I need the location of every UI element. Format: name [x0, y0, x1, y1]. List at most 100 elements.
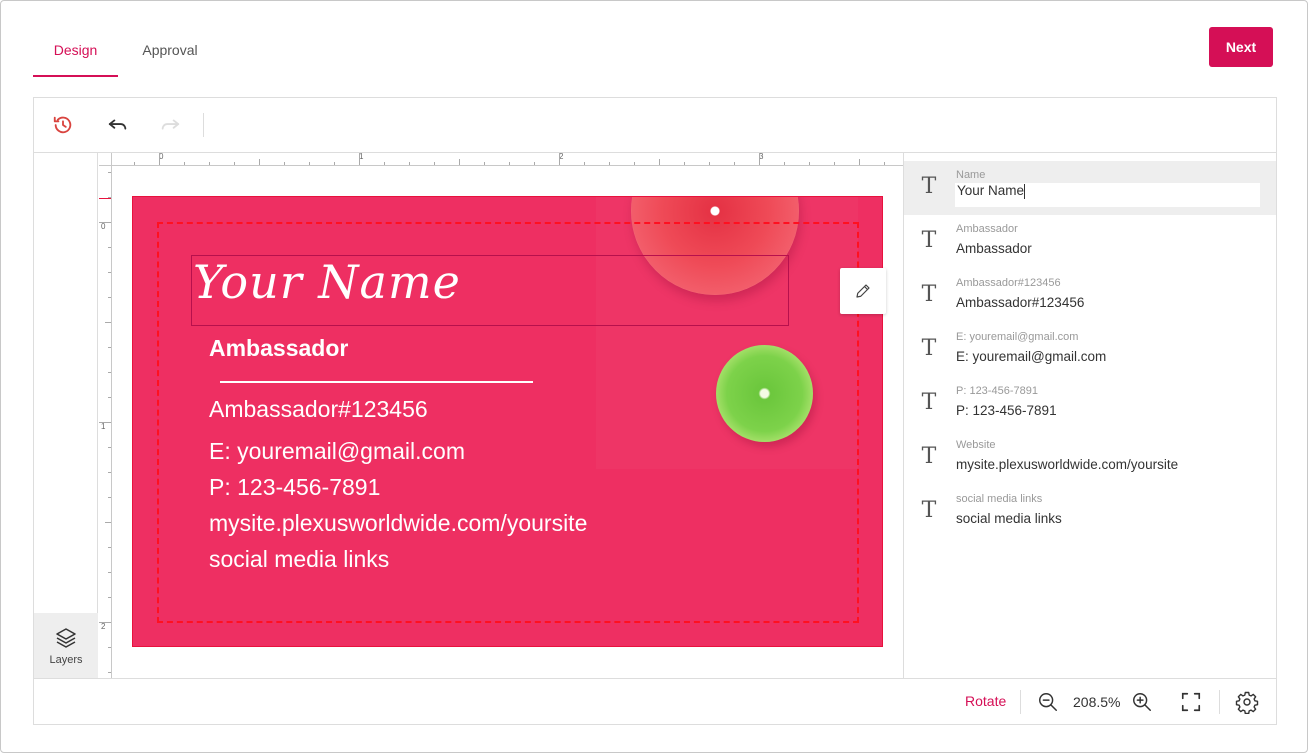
ruler-tick [234, 162, 235, 165]
ruler-tick [108, 347, 111, 348]
field-label: social media links [956, 493, 1043, 505]
card-social-text[interactable]: social media links [209, 546, 389, 573]
card-website-text[interactable]: mysite.plexusworldwide.com/yoursite [209, 510, 587, 537]
ruler-horizontal: 0 1 2 3 [112, 153, 904, 166]
business-card[interactable]: Your Name Ambassador Ambassador#123456 E… [132, 196, 883, 647]
field-label: P: 123-456-7891 [956, 385, 1038, 397]
selected-text-box[interactable] [191, 255, 789, 326]
editor-panel: Layers 0 1 2 3 0 1 2 Your Name Ambassado… [33, 97, 1277, 725]
ruler-label: 0 [101, 222, 106, 231]
name-input-value: Your Name [957, 183, 1025, 198]
ruler-tick [108, 672, 111, 673]
card-id-text[interactable]: Ambassador#123456 [209, 396, 428, 423]
rotate-button[interactable]: Rotate [965, 693, 1006, 709]
ruler-tick [99, 222, 111, 223]
field-ambassador[interactable]: T Ambassador Ambassador [904, 215, 1276, 269]
zoom-in-button[interactable] [1130, 690, 1154, 714]
ruler-tick [559, 153, 560, 165]
tab-approval[interactable]: Approval [129, 41, 211, 77]
ruler-corner [99, 153, 112, 166]
ruler-tick [108, 272, 111, 273]
field-email[interactable]: T E: youremail@gmail.com E: youremail@gm… [904, 323, 1276, 377]
bottom-divider [1219, 690, 1220, 714]
ruler-tick [108, 372, 111, 373]
design-canvas[interactable]: Your Name Ambassador Ambassador#123456 E… [113, 167, 903, 678]
zoom-level: 208.5% [1073, 694, 1121, 710]
left-strip: Layers [34, 153, 98, 678]
field-social[interactable]: T social media links social media links [904, 485, 1276, 539]
layers-icon [56, 627, 76, 648]
ruler-tick [759, 153, 760, 165]
tab-design[interactable]: Design [33, 41, 118, 77]
field-label: Ambassador [956, 223, 1018, 235]
ruler-tick [534, 162, 535, 165]
ruler-tick [484, 162, 485, 165]
history-button[interactable] [50, 112, 76, 138]
settings-button[interactable] [1235, 690, 1259, 714]
ruler-tick [809, 162, 810, 165]
ruler-label: 2 [101, 622, 106, 631]
field-value[interactable]: E: youremail@gmail.com [956, 349, 1106, 364]
text-icon: T [921, 282, 937, 307]
undo-icon [108, 119, 127, 130]
zoom-out-button[interactable] [1036, 690, 1060, 714]
text-icon: T [921, 336, 937, 361]
card-email-text[interactable]: E: youremail@gmail.com [209, 438, 465, 465]
next-button[interactable]: Next [1209, 27, 1273, 67]
ruler-tick [684, 162, 685, 165]
edit-image-button[interactable] [840, 268, 886, 314]
field-value[interactable]: P: 123-456-7891 [956, 403, 1057, 418]
ruler-tick [105, 522, 111, 523]
card-divider-line[interactable] [220, 381, 533, 383]
ruler-tick [659, 159, 660, 165]
field-value[interactable]: social media links [956, 511, 1062, 526]
text-icon: T [921, 498, 937, 523]
redo-button[interactable] [157, 112, 183, 138]
layers-label: Layers [49, 653, 83, 666]
ruler-tick [184, 162, 185, 165]
text-icon: T [921, 444, 937, 469]
ruler-tick [709, 162, 710, 165]
ruler-tick [108, 647, 111, 648]
card-phone-text[interactable]: P: 123-456-7891 [209, 474, 380, 501]
layers-button[interactable]: Layers [34, 613, 98, 678]
ruler-tick [434, 162, 435, 165]
ruler-tick [108, 597, 111, 598]
redo-icon [161, 119, 180, 130]
history-icon [53, 116, 72, 134]
ruler-tick [108, 547, 111, 548]
zoom-out-icon [1039, 693, 1057, 711]
ruler-tick [859, 159, 860, 165]
undo-button[interactable] [105, 112, 131, 138]
field-phone[interactable]: T P: 123-456-7891 P: 123-456-7891 [904, 377, 1276, 431]
app-frame: Design Approval Next Layers 0 1 2 3 0 1 … [0, 0, 1308, 753]
name-input[interactable]: Your Name [955, 183, 1260, 207]
toolbar-divider [203, 113, 204, 137]
text-caret [1024, 183, 1026, 199]
ruler-tick [834, 162, 835, 165]
ruler-tick [409, 162, 410, 165]
field-value[interactable]: Ambassador#123456 [956, 295, 1084, 310]
ruler-tick [259, 159, 260, 165]
ruler-vertical: 0 1 2 [99, 166, 112, 678]
field-website[interactable]: T Website mysite.plexusworldwide.com/you… [904, 431, 1276, 485]
ruler-tick [99, 622, 111, 623]
field-value[interactable]: Ambassador [956, 241, 1032, 256]
ruler-tick [509, 162, 510, 165]
zoom-in-icon [1133, 693, 1151, 711]
bottom-toolbar: Rotate 208.5% [34, 678, 1276, 724]
bottom-divider [1020, 690, 1021, 714]
field-value[interactable]: mysite.plexusworldwide.com/yoursite [956, 457, 1178, 472]
field-name[interactable]: T Name Your Name [904, 161, 1276, 215]
ruler-tick [359, 153, 360, 165]
ruler-tick [459, 159, 460, 165]
ruler-tick [108, 297, 111, 298]
ruler-tick [108, 447, 111, 448]
fullscreen-button[interactable] [1179, 690, 1203, 714]
card-title-text[interactable]: Ambassador [209, 335, 348, 362]
ruler-tick [634, 162, 635, 165]
field-ambassador-id[interactable]: T Ambassador#123456 Ambassador#123456 [904, 269, 1276, 323]
field-label: Ambassador#123456 [956, 277, 1061, 289]
editor-toolbar [34, 98, 1276, 153]
ruler-tick [584, 162, 585, 165]
